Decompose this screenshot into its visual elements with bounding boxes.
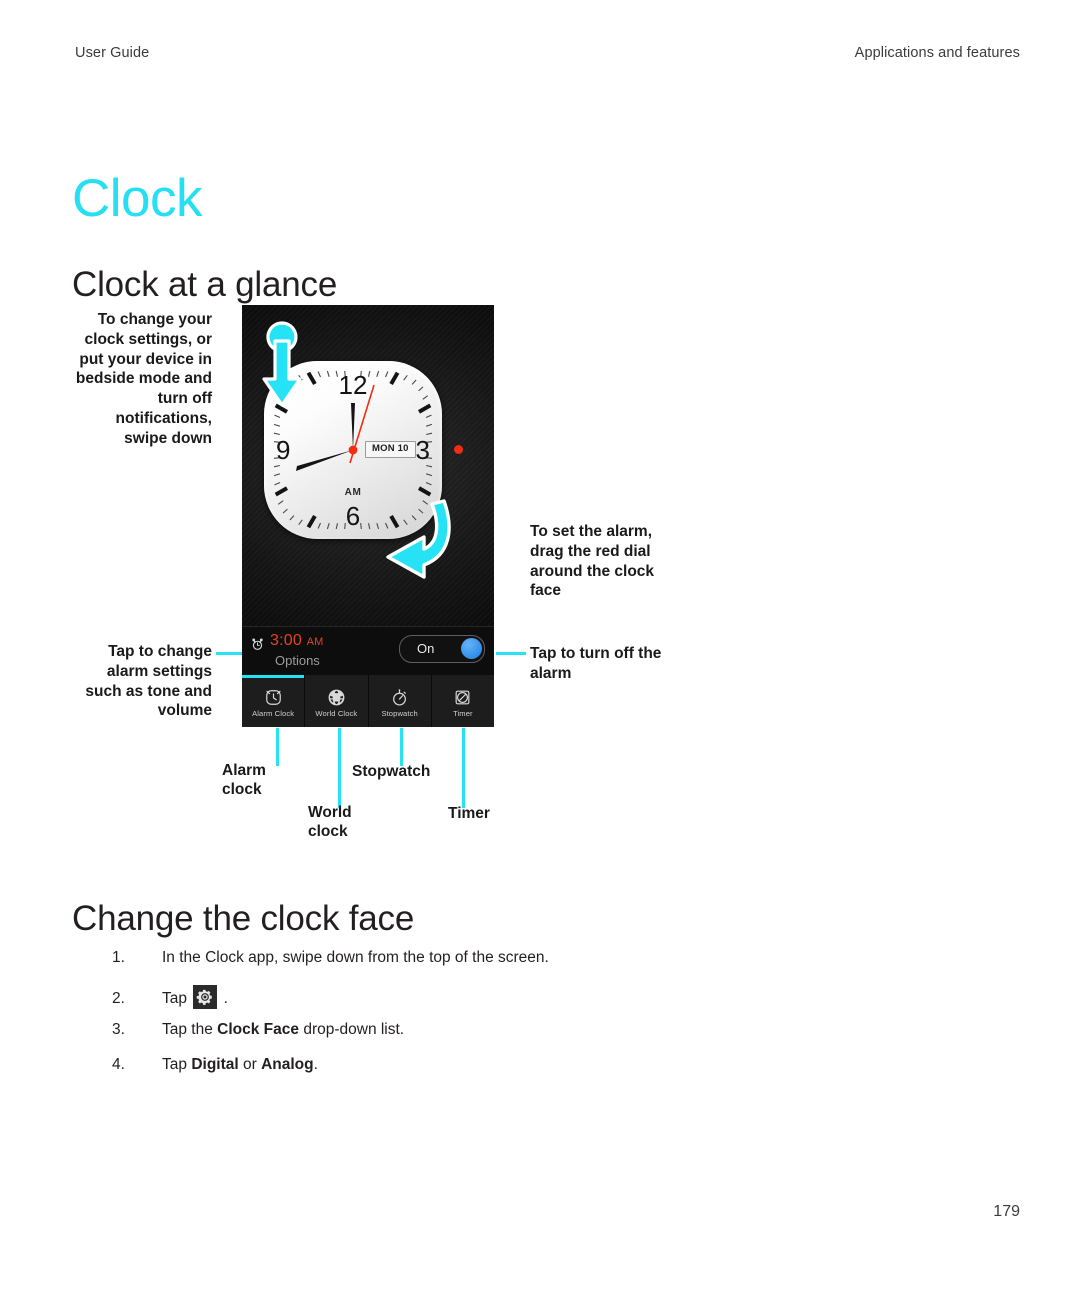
phone-screen: 12 3 6 9 MON 10 AM 3:00 AM Options On Al… — [242, 305, 494, 727]
step-3-number: 3. — [112, 1020, 125, 1038]
step-3-text: Tap the Clock Face drop-down list. — [162, 1020, 405, 1038]
clock-meridiem-label: AM — [344, 487, 362, 498]
page-number: 179 — [993, 1203, 1020, 1220]
clock-numeral-6: 6 — [345, 501, 361, 531]
step-4: 4. Tap Digital or Analog. — [112, 1055, 852, 1079]
stopwatch-icon — [390, 688, 409, 707]
section-title-clock-at-a-glance: Clock at a glance — [72, 265, 338, 305]
alarm-clock-icon — [264, 688, 283, 707]
page-header: User Guide Applications and features — [75, 45, 1020, 61]
step-2: 2. Tap . — [112, 984, 852, 1009]
alarm-dial-marker[interactable] — [454, 445, 463, 454]
section-title-change-the-clock-face: Change the clock face — [72, 899, 415, 939]
drag-dial-curved-arrow-icon — [386, 499, 451, 579]
alarm-options-label[interactable]: Options — [275, 654, 320, 667]
step-2-text: Tap . — [162, 984, 852, 1009]
callout-swipe-down: To change your clock settings, or put yo… — [75, 311, 212, 447]
phone-device-screenshot: 12 3 6 9 MON 10 AM 3:00 AM Options On Al… — [242, 305, 494, 727]
chapter-title: Clock — [72, 168, 203, 228]
tab-timer[interactable]: Timer — [431, 675, 494, 727]
callout-timer: Timer — [448, 805, 490, 822]
swipe-down-arrow-icon — [262, 321, 302, 407]
clock-numeral-12: 12 — [338, 370, 368, 400]
step-1-number: 1. — [112, 948, 125, 966]
leader-line-alarm-clock — [276, 728, 279, 766]
alarm-on-off-toggle[interactable]: On — [399, 635, 485, 663]
step-4-number: 4. — [112, 1055, 125, 1073]
tab-timer-label: Timer — [453, 708, 473, 718]
callout-turn-off-alarm: Tap to turn off the alarm — [530, 645, 662, 682]
step-1-text: In the Clock app, swipe down from the to… — [162, 948, 549, 966]
tab-world-clock[interactable]: World Clock — [305, 675, 369, 727]
clock-at-a-glance-figure: To change your clock settings, or put yo… — [72, 300, 772, 860]
step-4-text: Tap Digital or Analog. — [162, 1055, 318, 1073]
alarm-bell-icon — [252, 638, 263, 650]
alarm-toggle-label: On — [417, 641, 435, 656]
change-clock-face-steps: 1. In the Clock app, swipe down from the… — [72, 948, 852, 1092]
clock-date-box: MON 10 — [365, 441, 416, 458]
callout-set-alarm: To set the alarm, drag the red dial arou… — [530, 523, 655, 600]
tab-alarm-clock-label: Alarm Clock — [252, 708, 295, 718]
tab-alarm-clock[interactable]: Alarm Clock — [242, 675, 306, 727]
gear-icon — [193, 984, 218, 1009]
leader-line-turn-off-alarm — [496, 652, 526, 655]
alarm-time-label: 3:00 AM — [270, 632, 324, 649]
timer-icon — [453, 688, 472, 707]
callout-stopwatch: Stopwatch — [352, 763, 431, 780]
header-left-label: User Guide — [75, 45, 150, 61]
alarm-toggle-knob[interactable] — [461, 638, 482, 659]
leader-line-world-clock — [338, 728, 341, 808]
tab-stopwatch-label: Stopwatch — [381, 708, 418, 718]
clock-tab-bar: Alarm Clock World Clock Stopwatch Timer — [242, 675, 494, 727]
step-3: 3. Tap the Clock Face drop-down list. — [112, 1020, 852, 1044]
alarm-list-row[interactable]: 3:00 AM Options On — [242, 626, 494, 675]
step-2-number: 2. — [112, 989, 125, 1007]
callout-world-clock: World clock — [308, 804, 352, 840]
clock-numeral-3: 3 — [415, 435, 430, 465]
leader-line-stopwatch — [400, 728, 403, 766]
clock-numeral-9: 9 — [276, 435, 291, 465]
tab-world-clock-label: World Clock — [315, 708, 358, 718]
step-1: 1. In the Clock app, swipe down from the… — [112, 948, 852, 972]
leader-line-alarm-settings — [216, 652, 242, 655]
tab-stopwatch[interactable]: Stopwatch — [368, 675, 432, 727]
callout-alarm-settings: Tap to change alarm settings such as ton… — [85, 643, 212, 720]
header-right-label: Applications and features — [854, 45, 1020, 61]
callout-alarm-clock: Alarm clock — [222, 762, 266, 798]
leader-line-timer — [462, 728, 465, 808]
globe-icon — [327, 688, 346, 707]
